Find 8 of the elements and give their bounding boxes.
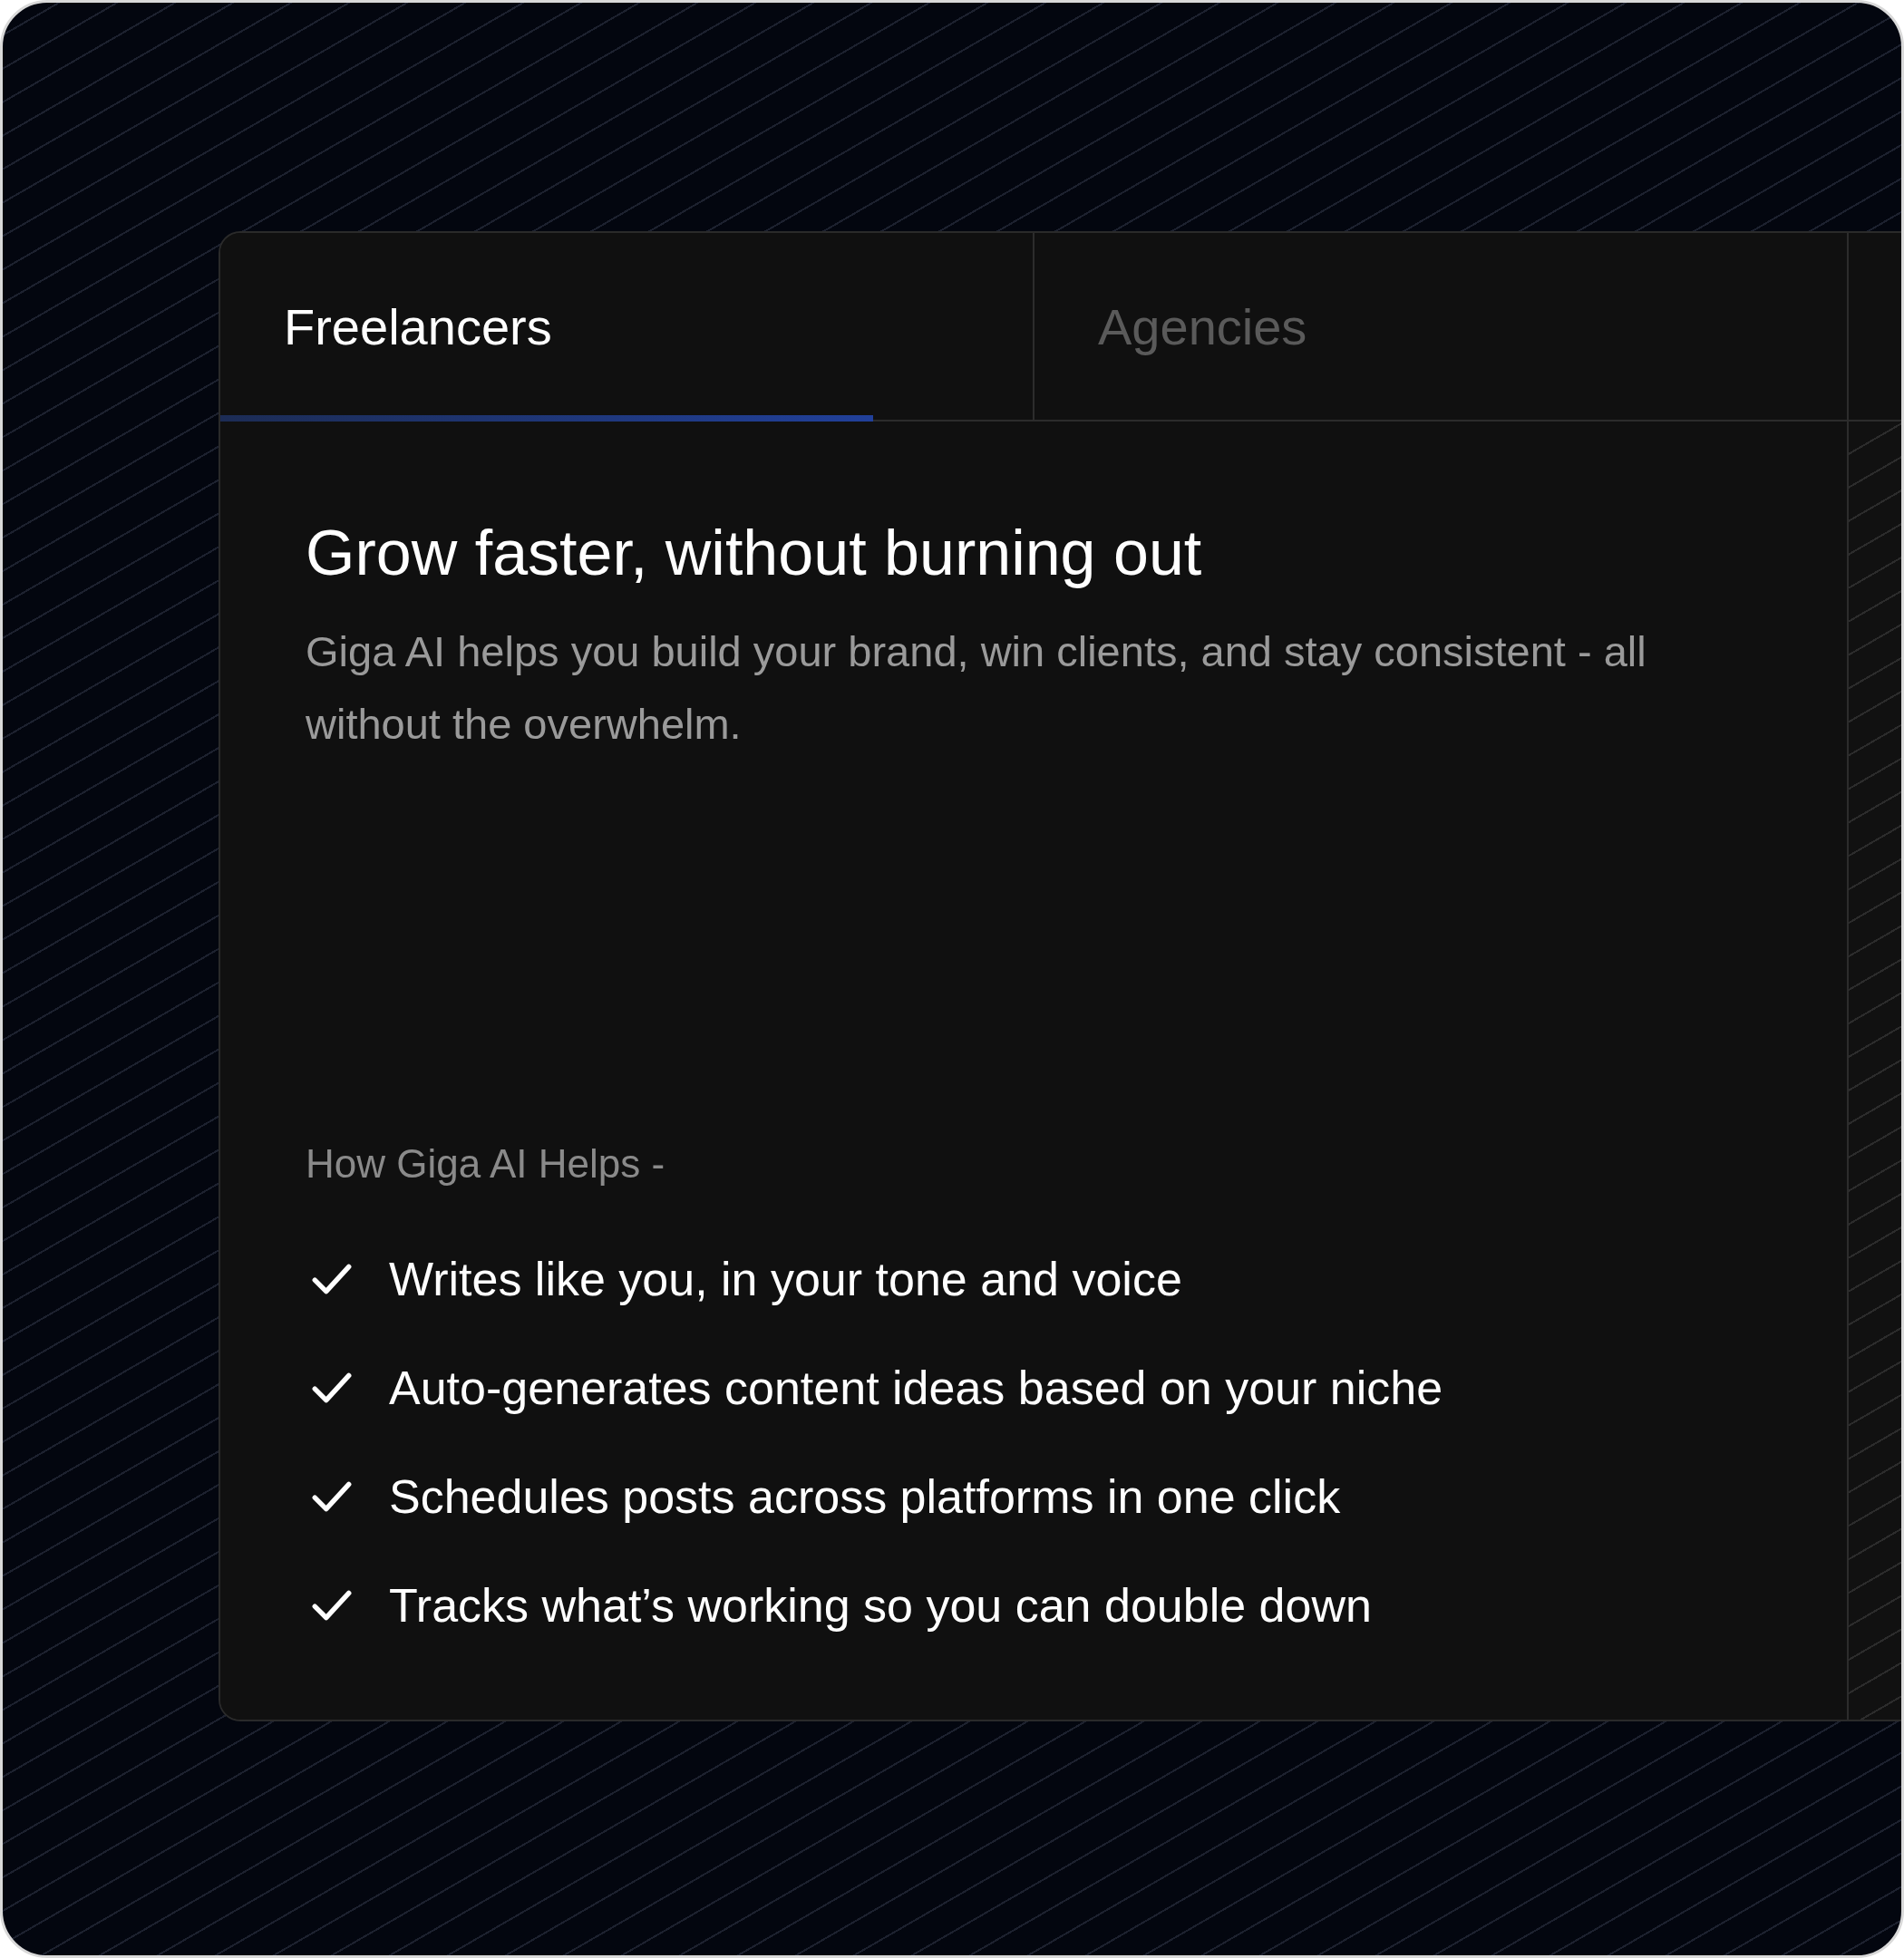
tab[interactable]: Freelancers (220, 233, 1035, 420)
feature-text: Auto-generates content ideas based on your niche (389, 1361, 1443, 1416)
panel-title: Grow faster, without burning out (306, 517, 1203, 590)
feature-text: Schedules posts across platforms in one click (389, 1469, 1341, 1525)
section-heading: How Giga AI Helps - (306, 1140, 666, 1187)
panel-description: Giga AI helps you build your brand, win clients, and stay consistent - all without the overwhelm. (306, 626, 1647, 750)
feature-text: Writes like you, in your tone and voice (389, 1252, 1182, 1307)
feature-text: Tracks what’s working so you can double down (389, 1578, 1372, 1633)
